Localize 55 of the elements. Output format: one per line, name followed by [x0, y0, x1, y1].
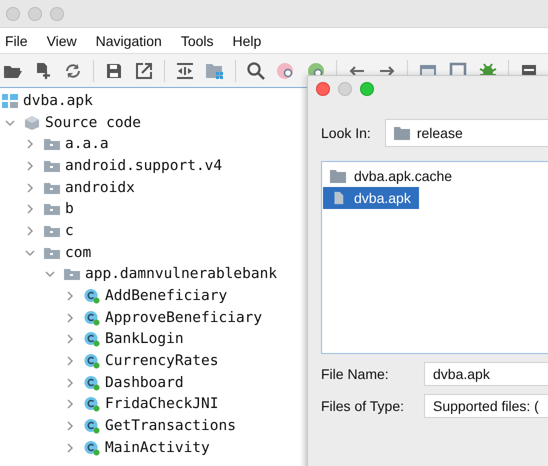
folder-icon	[330, 169, 346, 183]
search-badge-icon[interactable]	[276, 60, 296, 80]
zoom-button[interactable]	[360, 82, 374, 96]
tree-item[interactable]: BankLogin	[105, 331, 184, 348]
tree-item[interactable]: com	[65, 244, 92, 261]
tree-item[interactable]: app.damnvulnerablebank	[85, 266, 278, 282]
tree-item[interactable]: FridaCheckJNI	[105, 396, 218, 412]
export-icon[interactable]	[134, 60, 154, 80]
minimize-button[interactable]	[338, 82, 352, 96]
menu-item[interactable]: Help	[232, 32, 262, 48]
grid-icon	[2, 92, 18, 109]
class-icon	[84, 353, 100, 370]
class-icon	[84, 418, 100, 434]
tree-item[interactable]: Source code	[45, 114, 142, 131]
tree-item[interactable]: c	[65, 222, 74, 239]
directory-entry[interactable]: dvba.apk	[323, 187, 419, 209]
directory-entry[interactable]: dvba.apk.cache	[323, 165, 460, 187]
tree-item[interactable]: CurrencyRates	[105, 353, 218, 370]
file-type-label: Files of Type:	[321, 398, 406, 414]
class-icon	[84, 374, 100, 391]
tree-item[interactable]: dvba.apk	[23, 92, 93, 109]
folder-icon	[64, 266, 80, 282]
menu-item[interactable]: Navigation	[96, 32, 162, 48]
tree-item[interactable]: Dashboard	[105, 374, 184, 391]
class-icon	[84, 288, 100, 304]
class-icon	[84, 310, 100, 326]
split-icon[interactable]	[175, 60, 195, 80]
close-button[interactable]	[316, 82, 330, 96]
folder-icon	[394, 126, 410, 140]
minimize-button[interactable]	[28, 6, 42, 20]
class-icon	[84, 396, 100, 412]
file-name-field[interactable]: dvba.apk	[424, 362, 548, 386]
close-button[interactable]	[6, 6, 20, 20]
cube-icon	[24, 114, 40, 131]
menu-item[interactable]: Tools	[180, 32, 214, 48]
tree-item[interactable]: android.support.v4	[65, 158, 222, 174]
folder-icon	[44, 136, 60, 152]
tree-item[interactable]: MainActivity	[105, 440, 210, 456]
search-icon[interactable]	[246, 60, 266, 80]
tree-item[interactable]: a.a.a	[65, 136, 109, 152]
look-in-label: Look In:	[321, 125, 371, 141]
tree-item[interactable]: androidx	[65, 180, 135, 196]
menu-item[interactable]: View	[46, 32, 77, 48]
look-in-dropdown[interactable]: release	[384, 119, 548, 147]
file-type-dropdown[interactable]: Supported files: (	[424, 394, 548, 418]
tree-item[interactable]: b	[65, 201, 74, 218]
tree-item[interactable]: GetTransactions	[105, 418, 236, 434]
class-icon	[84, 331, 100, 348]
tree-item[interactable]: AddBeneficiary	[105, 288, 228, 304]
file-name-label: File Name:	[321, 366, 390, 382]
folder-icon	[44, 201, 60, 218]
tree-item[interactable]: ApproveBeneficiary	[105, 310, 262, 326]
class-icon	[84, 440, 100, 456]
zoom-button[interactable]	[50, 6, 64, 20]
menu-item[interactable]: File	[5, 32, 28, 48]
